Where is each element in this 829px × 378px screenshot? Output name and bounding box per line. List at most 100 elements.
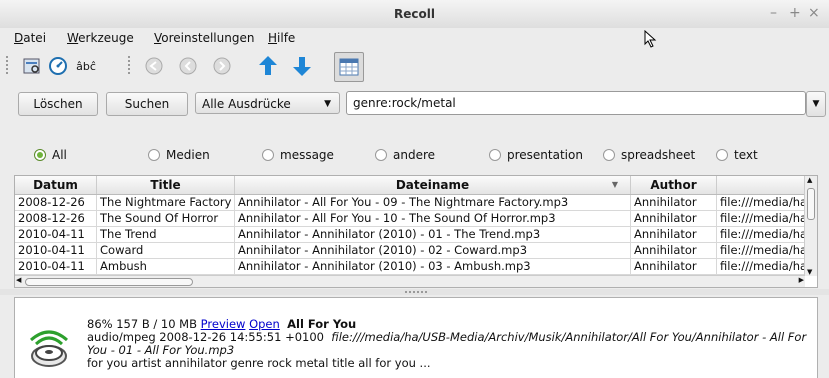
filter-message[interactable]: message [262, 148, 334, 162]
next-page-icon[interactable] [210, 54, 234, 78]
cell-title: Coward [97, 243, 235, 258]
toolbar: âbĉ [0, 48, 829, 84]
cell-author: Annihilator [631, 227, 717, 242]
column-header-title[interactable]: Title [97, 176, 235, 194]
spell-icon[interactable] [20, 54, 44, 78]
splitter-grip[interactable] [405, 291, 429, 293]
audio-file-icon [30, 330, 68, 367]
cell-url: file:///media/ha/U [717, 195, 805, 210]
open-link[interactable]: Open [249, 317, 280, 331]
cell-title: The Nightmare Factory [97, 195, 235, 210]
radio-icon [716, 149, 728, 161]
radio-icon [262, 149, 274, 161]
cell-author: Annihilator [631, 195, 717, 210]
mime-type: audio/mpeg [87, 330, 156, 344]
table-row[interactable]: 2010-04-11 The Trend Annihilator - Annih… [15, 227, 805, 243]
menu-datei[interactable]: Datei [14, 31, 46, 45]
cell-dateiname: Annihilator - Annihilator (2010) - 03 - … [235, 259, 631, 274]
filter-andere[interactable]: andere [375, 148, 435, 162]
query-history-dropdown[interactable]: ▼ [806, 91, 826, 117]
column-header-url[interactable] [717, 176, 807, 194]
radio-icon [148, 149, 160, 161]
result-detail-pane: 86% 157 B / 10 MB Preview Open All For Y… [14, 297, 818, 378]
first-page-icon[interactable] [142, 54, 166, 78]
menu-werkzeuge[interactable]: Werkzeuge [67, 31, 134, 45]
filter-presentation[interactable]: presentation [489, 148, 583, 162]
scrollbar-thumb[interactable] [25, 278, 193, 286]
scroll-up-icon[interactable]: ▲ [807, 176, 812, 184]
cell-dateiname: Annihilator - All For You - 09 - The Nig… [235, 195, 631, 210]
cell-datum: 2008-12-26 [15, 211, 97, 226]
minimize-button[interactable]: – [770, 5, 777, 21]
window-title: Recoll [394, 7, 435, 21]
menu-hilfe[interactable]: Hilfe [268, 31, 295, 45]
radio-selected-icon [34, 149, 46, 161]
modified-date: 2008-12-26 14:55:51 +0100 [159, 330, 324, 344]
column-header-datum[interactable]: Datum [15, 176, 97, 194]
scroll-left-icon[interactable]: ◀ [16, 276, 21, 284]
clear-button[interactable]: Löschen [18, 92, 98, 116]
cell-title: Ambush [97, 259, 235, 274]
scroll-right-icon[interactable]: ▶ [799, 276, 804, 284]
horizontal-scrollbar[interactable]: ◀ ▶ [15, 275, 805, 287]
chevron-down-icon: ▼ [324, 99, 331, 109]
cell-dateiname: Annihilator - All For You - 10 - The Sou… [235, 211, 631, 226]
table-row[interactable]: 2008-12-26 The Sound Of Horror Annihilat… [15, 211, 805, 227]
scroll-down-icon[interactable]: ▼ [807, 268, 812, 276]
column-header-dateiname[interactable]: Dateiname ▼ [235, 176, 631, 194]
maximize-button[interactable]: + [789, 5, 801, 21]
close-button[interactable]: × [808, 5, 820, 21]
toolbar-grip [6, 56, 8, 76]
prev-page-icon[interactable] [176, 54, 200, 78]
menu-bar: Datei Werkzeuge Voreinstellungen Hilfe [0, 28, 829, 48]
mouse-pointer-icon [644, 30, 657, 48]
category-filter: All Medien message andere presentation s… [0, 146, 829, 166]
sort-down-icon[interactable] [290, 54, 314, 78]
chevron-down-icon: ▼ [812, 99, 820, 109]
table-row[interactable]: 2010-04-11 Coward Annihilator - Annihila… [15, 243, 805, 259]
radio-icon [489, 149, 501, 161]
result-abstract: for you artist annihilator genre rock me… [87, 356, 431, 370]
table-row[interactable]: 2008-12-26 The Nightmare Factory Annihil… [15, 195, 805, 211]
table-body: 2008-12-26 The Nightmare Factory Annihil… [15, 195, 805, 275]
sort-up-icon[interactable] [256, 54, 280, 78]
result-title: All For You [287, 317, 357, 331]
cell-datum: 2008-12-26 [15, 195, 97, 210]
sort-indicator-icon: ▼ [611, 180, 618, 189]
cell-title: The Trend [97, 227, 235, 242]
cell-url: file:///media/ha/U [717, 259, 805, 274]
query-input[interactable]: genre:rock/metal [346, 91, 806, 115]
relevance-info: 86% 157 B / 10 MB [87, 317, 197, 331]
cell-author: Annihilator [631, 243, 717, 258]
filter-medien[interactable]: Medien [148, 148, 210, 162]
accent-icon[interactable]: âbĉ [72, 54, 100, 78]
radio-icon [375, 149, 387, 161]
cell-url: file:///media/ha/U [717, 227, 805, 242]
filter-text[interactable]: text [716, 148, 758, 162]
cell-datum: 2010-04-11 [15, 259, 97, 274]
radio-icon [603, 149, 615, 161]
filter-all[interactable]: All [34, 148, 67, 162]
table-row[interactable]: 2010-04-11 Ambush Annihilator - Annihila… [15, 259, 805, 275]
preview-link[interactable]: Preview [201, 317, 246, 331]
search-mode-value: Alle Ausdrücke [202, 97, 291, 111]
search-button[interactable]: Suchen [106, 92, 188, 116]
vertical-scrollbar[interactable]: ▲ ▼ [804, 176, 817, 276]
result-detail-text: 86% 157 B / 10 MB Preview Open All For Y… [87, 318, 815, 370]
table-view-icon[interactable] [334, 52, 364, 82]
toolbar-separator [128, 56, 130, 76]
cell-url: file:///media/ha/U [717, 211, 805, 226]
table-header: Datum Title Dateiname ▼ Author [15, 176, 807, 195]
title-bar: Recoll – + × [0, 0, 829, 28]
menu-voreinstellungen[interactable]: Voreinstellungen [154, 31, 254, 45]
cell-datum: 2010-04-11 [15, 243, 97, 258]
search-mode-select[interactable]: Alle Ausdrücke ▼ [195, 92, 340, 114]
pane-splitter[interactable] [0, 289, 829, 295]
history-icon[interactable] [46, 54, 70, 78]
scrollbar-thumb[interactable] [807, 188, 815, 220]
column-header-author[interactable]: Author [631, 176, 717, 194]
filter-spreadsheet[interactable]: spreadsheet [603, 148, 695, 162]
results-table: Datum Title Dateiname ▼ Author 2008-12-2… [14, 175, 818, 288]
cell-dateiname: Annihilator - Annihilator (2010) - 02 - … [235, 243, 631, 258]
cell-url: file:///media/ha/U [717, 243, 805, 258]
